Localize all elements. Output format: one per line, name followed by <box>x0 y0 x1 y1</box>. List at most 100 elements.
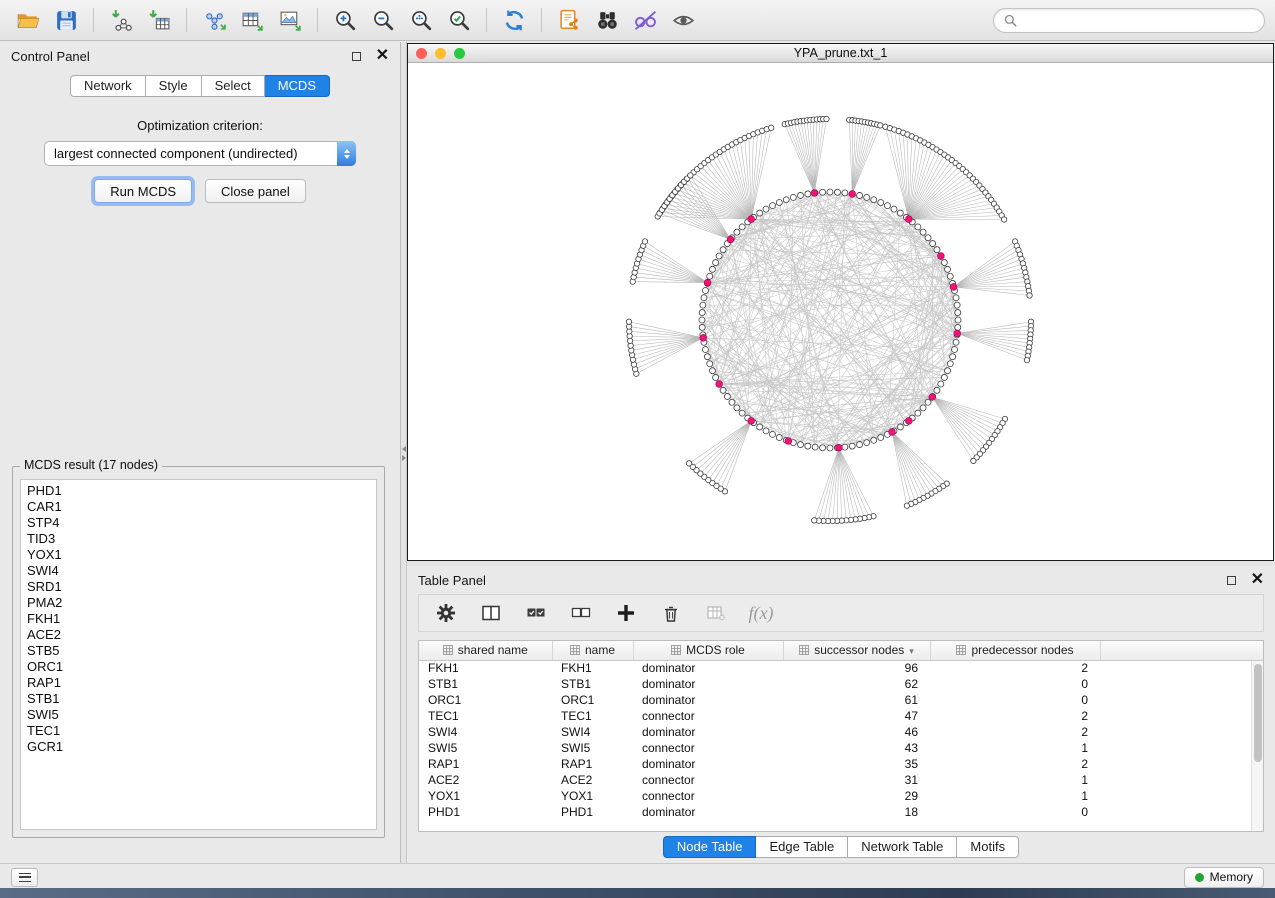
float-table-panel-icon[interactable] <box>1227 576 1236 585</box>
select-all-button[interactable] <box>524 601 548 625</box>
table-row[interactable]: PHD1PHD1dominator180 <box>419 804 1263 820</box>
table-scrollbar-thumb[interactable] <box>1254 664 1262 762</box>
table-scrollbar[interactable] <box>1251 661 1263 831</box>
table-panel-header: Table Panel ✕ <box>407 566 1275 594</box>
cell-predecessors: 0 <box>930 676 1100 692</box>
export-image-button[interactable] <box>272 4 308 36</box>
gear-icon <box>436 603 456 623</box>
tab-mcds[interactable]: MCDS <box>265 75 330 97</box>
mcds-result-item[interactable]: FKH1 <box>27 611 376 627</box>
mcds-result-item[interactable]: CAR1 <box>27 499 376 515</box>
delete-column-button[interactable] <box>659 601 683 625</box>
run-mcds-button[interactable]: Run MCDS <box>94 179 192 203</box>
hide-glasses-button[interactable] <box>627 4 663 36</box>
cell-role: connector <box>633 788 783 804</box>
mcds-result-item[interactable]: ORC1 <box>27 659 376 675</box>
add-column-button[interactable] <box>614 601 638 625</box>
panel-menu-button[interactable] <box>11 868 38 887</box>
cell-filler <box>1100 660 1263 676</box>
column-visibility-button[interactable] <box>479 601 503 625</box>
criterion-dropdown[interactable]: largest connected component (undirected) <box>44 141 356 166</box>
mcds-result-item[interactable]: STB5 <box>27 643 376 659</box>
mcds-result-item[interactable]: ACE2 <box>27 627 376 643</box>
mcds-result-list[interactable]: PHD1CAR1STP4TID3YOX1SWI4SRD1PMA2FKH1ACE2… <box>20 479 377 830</box>
import-network-button[interactable] <box>103 4 139 36</box>
cell-name: ORC1 <box>552 692 633 708</box>
network-graph[interactable] <box>408 63 1273 559</box>
toolbar-separator <box>317 8 318 32</box>
dropdown-stepper-icon <box>337 141 356 166</box>
mcds-result-item[interactable]: TID3 <box>27 531 376 547</box>
mcds-result-item[interactable]: STP4 <box>27 515 376 531</box>
table-row[interactable]: TEC1TEC1connector472 <box>419 708 1263 724</box>
close-panel-icon[interactable]: ✕ <box>376 48 389 64</box>
close-table-panel-icon[interactable]: ✕ <box>1251 572 1264 588</box>
column-header-shared-name[interactable]: shared name <box>419 641 552 660</box>
unchecked-boxes-icon <box>571 603 591 623</box>
table-tab-edge-table[interactable]: Edge Table <box>756 836 848 858</box>
table-tab-node-table[interactable]: Node Table <box>663 836 757 858</box>
float-panel-icon[interactable] <box>352 52 361 61</box>
cell-predecessors: 0 <box>930 804 1100 820</box>
tab-network[interactable]: Network <box>70 75 146 97</box>
zoom-selected-button[interactable] <box>441 4 477 36</box>
main-toolbar <box>0 0 1275 41</box>
tab-style[interactable]: Style <box>146 75 202 97</box>
mcds-result-item[interactable]: SRD1 <box>27 579 376 595</box>
mcds-result-item[interactable]: PHD1 <box>27 483 376 499</box>
column-header-name[interactable]: name <box>552 641 633 660</box>
mcds-result-item[interactable]: YOX1 <box>27 547 376 563</box>
column-header-predecessor-nodes[interactable]: predecessor nodes <box>930 641 1100 660</box>
apply-layout-button[interactable] <box>496 4 532 36</box>
close-panel-button[interactable]: Close panel <box>205 179 306 203</box>
cell-predecessors: 2 <box>930 756 1100 772</box>
zoom-in-button[interactable] <box>327 4 363 36</box>
mcds-result-item[interactable]: GCR1 <box>27 739 376 755</box>
table-tab-network-table[interactable]: Network Table <box>848 836 957 858</box>
share-document-button[interactable] <box>551 4 587 36</box>
cell-filler <box>1100 740 1263 756</box>
zoom-out-button[interactable] <box>365 4 401 36</box>
cell-name: RAP1 <box>552 756 633 772</box>
mcds-result-item[interactable]: PMA2 <box>27 595 376 611</box>
network-window-titlebar[interactable]: YPA_prune.txt_1 <box>408 44 1273 63</box>
cell-role: dominator <box>633 676 783 692</box>
mcds-result-item[interactable]: SWI4 <box>27 563 376 579</box>
search-input[interactable] <box>1023 13 1254 28</box>
import-table-button[interactable] <box>141 4 177 36</box>
show-eye-button[interactable] <box>665 4 701 36</box>
table-row[interactable]: FKH1FKH1dominator962 <box>419 660 1263 676</box>
table-options-button[interactable] <box>434 601 458 625</box>
table-row[interactable]: ORC1ORC1dominator610 <box>419 692 1263 708</box>
mcds-result-item[interactable]: STB1 <box>27 691 376 707</box>
import-table-disabled-button[interactable] <box>704 601 728 625</box>
table-row[interactable]: ACE2ACE2connector311 <box>419 772 1263 788</box>
mcds-result-item[interactable]: SWI5 <box>27 707 376 723</box>
table-row[interactable]: SWI5SWI5connector431 <box>419 740 1263 756</box>
tab-select[interactable]: Select <box>202 75 265 97</box>
open-session-button[interactable] <box>10 4 46 36</box>
table-row[interactable]: SWI4SWI4dominator462 <box>419 724 1263 740</box>
zoom-out-icon <box>371 8 396 33</box>
zoom-fit-button[interactable] <box>403 4 439 36</box>
table-row[interactable]: YOX1YOX1connector291 <box>419 788 1263 804</box>
table-tab-motifs[interactable]: Motifs <box>957 836 1019 858</box>
mcds-result-item[interactable]: TEC1 <box>27 723 376 739</box>
zoom-selected-icon <box>447 8 472 33</box>
export-table-button[interactable] <box>234 4 270 36</box>
mcds-result-item[interactable]: RAP1 <box>27 675 376 691</box>
find-button[interactable] <box>589 4 625 36</box>
cell-shared_name: TEC1 <box>419 708 552 724</box>
cell-predecessors: 0 <box>930 692 1100 708</box>
search-box[interactable] <box>993 8 1265 33</box>
column-header-MCDS-role[interactable]: MCDS role <box>633 641 783 660</box>
deselect-all-button[interactable] <box>569 601 593 625</box>
function-builder-button[interactable]: f(x) <box>749 601 773 625</box>
column-header-successor-nodes[interactable]: successor nodes▾ <box>783 641 930 660</box>
memory-button[interactable]: Memory <box>1184 867 1264 888</box>
table-row[interactable]: STB1STB1dominator620 <box>419 676 1263 692</box>
save-session-button[interactable] <box>48 4 84 36</box>
export-network-button[interactable] <box>196 4 232 36</box>
table-row[interactable]: RAP1RAP1dominator352 <box>419 756 1263 772</box>
cell-name: ACE2 <box>552 772 633 788</box>
